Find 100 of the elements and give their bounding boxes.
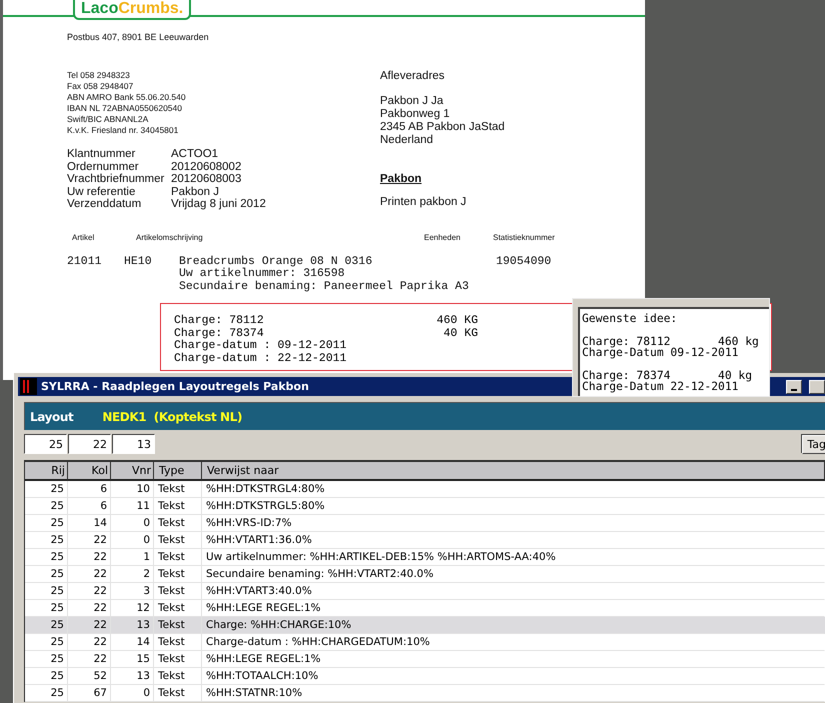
table-cell[interactable]: 22 <box>68 566 111 583</box>
table-cell[interactable]: Tekst <box>154 634 202 651</box>
table-cell[interactable]: 25 <box>25 634 68 651</box>
note-text-area[interactable]: Gewenste idee: Charge: 78112 460 kg Charge-Datum 09-12-2011 Charge: 78374 40 kg Charge-Datum 22-12-2011 <box>578 307 769 396</box>
table-cell[interactable]: Tekst <box>154 481 202 498</box>
table-cell[interactable]: 22 <box>68 549 111 566</box>
table-cell[interactable]: 25 <box>25 515 68 532</box>
minimize-icon <box>791 388 797 390</box>
table-cell[interactable]: 25 <box>25 498 68 515</box>
table-cell[interactable]: %HH:LEGE REGEL:1% <box>202 651 825 668</box>
column-heading: Artikel <box>72 232 96 242</box>
table-cell[interactable]: 22 <box>68 600 111 617</box>
table-cell[interactable]: Tekst <box>154 515 202 532</box>
table-cell[interactable]: 6 <box>68 498 111 515</box>
table-cell[interactable]: Charge-datum : %HH:CHARGEDATUM:10% <box>202 634 825 651</box>
filter-field[interactable]: 25 <box>24 434 67 454</box>
table-cell[interactable]: 25 <box>25 617 68 634</box>
table-cell[interactable]: 2 <box>111 566 154 583</box>
maximize-button[interactable] <box>809 380 825 394</box>
table-cell[interactable]: 12 <box>111 600 154 617</box>
table-cell[interactable]: 25 <box>25 668 68 685</box>
table-cell[interactable]: Tekst <box>154 617 202 634</box>
column-header[interactable]: Verwijst naar <box>202 462 825 481</box>
table-cell[interactable]: 22 <box>68 532 111 549</box>
table-cell[interactable]: 0 <box>111 685 154 702</box>
table-cell[interactable]: Tekst <box>154 685 202 702</box>
table-cell[interactable]: 15 <box>111 651 154 668</box>
charge-line: Charge-datum : 09-12-2011 <box>174 340 348 352</box>
table-cell[interactable]: Tekst <box>154 498 202 515</box>
table-cell[interactable]: 13 <box>111 668 154 685</box>
field-label: Uw referentie <box>67 186 136 198</box>
field-value: Vrijdag 8 juni 2012 <box>171 198 266 210</box>
table-cell[interactable]: Tekst <box>154 583 202 600</box>
tag-button[interactable]: Tag <box>802 434 825 454</box>
table-cell[interactable]: %HH:VTART3:40.0% <box>202 583 825 600</box>
table-cell[interactable]: Secundaire benaming: %HH:VTART2:40.0% <box>202 566 825 583</box>
postal-address: Postbus 407, 8901 BE Leeuwarden <box>67 32 210 43</box>
article-description-line: Secundaire benaming: Paneermeel Paprika A3 <box>179 280 470 293</box>
table-cell[interactable]: 1 <box>111 549 154 566</box>
statistic-number: 19054090 <box>496 256 552 270</box>
table-cell[interactable]: %HH:STATNR:10% <box>202 685 825 702</box>
table-cell[interactable]: 25 <box>25 481 68 498</box>
column-header[interactable]: Kol <box>68 462 111 481</box>
window-title: SYLRRA - Raadplegen Layoutregels Pakbon <box>41 380 309 393</box>
table-cell[interactable]: %HH:DTKSTRGL5:80% <box>202 498 825 515</box>
table-cell[interactable]: 6 <box>68 481 111 498</box>
column-header[interactable]: Type <box>154 462 202 481</box>
table-cell[interactable]: Tekst <box>154 549 202 566</box>
table-cell[interactable]: 25 <box>25 549 68 566</box>
table-cell[interactable]: Uw artikelnummer: %HH:ARTIKEL-DEB:15% %HH:ARTOMS-AA:40% <box>202 549 825 566</box>
delivery-heading: Afleveradres <box>380 70 446 83</box>
layout-value: NEDK1 (Koptekst NL) <box>102 410 242 424</box>
table-cell[interactable]: 25 <box>25 532 68 549</box>
charge-amount: 40 KG <box>442 328 478 340</box>
table-cell[interactable]: 52 <box>68 668 111 685</box>
table-cell[interactable]: Tekst <box>154 532 202 549</box>
table-cell[interactable]: Tekst <box>154 566 202 583</box>
table-cell[interactable]: 0 <box>111 515 154 532</box>
table-cell[interactable]: 14 <box>68 515 111 532</box>
table-cell[interactable]: 22 <box>68 651 111 668</box>
table-cell[interactable]: 13 <box>111 617 154 634</box>
filter-field[interactable]: 13 <box>112 434 155 454</box>
table-cell[interactable]: 25 <box>25 651 68 668</box>
table-cell[interactable]: 67 <box>68 685 111 702</box>
contact-line: IBAN NL 72ABNA0550620540 <box>67 103 183 114</box>
table-cell[interactable]: %HH:VTART1:36.0% <box>202 532 825 549</box>
field-value: ACTOO1 <box>171 148 220 160</box>
note-paragraph: Charge: 78112 460 kg Charge-Datum 09-12-2011 <box>582 336 760 358</box>
table-cell[interactable]: 10 <box>111 481 154 498</box>
minimize-button[interactable] <box>786 380 802 394</box>
table-cell[interactable]: 11 <box>111 498 154 515</box>
article-number: 21011 <box>67 256 103 270</box>
table-cell[interactable]: 14 <box>111 634 154 651</box>
filter-field[interactable]: 22 <box>68 434 111 454</box>
table-cell[interactable]: 25 <box>25 600 68 617</box>
table-cell[interactable]: 22 <box>68 634 111 651</box>
charge-line: Charge: 78112 <box>174 315 265 328</box>
column-heading: Statistieknummer <box>493 232 556 242</box>
table-cell[interactable]: %HH:VRS-ID:7% <box>202 515 825 532</box>
table-cell[interactable]: 25 <box>25 583 68 600</box>
table-cell[interactable]: Tekst <box>154 668 202 685</box>
table-cell[interactable]: %HH:DTKSTRGL4:80% <box>202 481 825 498</box>
company-logo: LacoCrumbs. <box>73 0 192 20</box>
table-cell[interactable]: 0 <box>111 532 154 549</box>
table-cell[interactable]: Tekst <box>154 651 202 668</box>
table-cell[interactable]: 25 <box>25 566 68 583</box>
table-cell[interactable]: %HH:LEGE REGEL:1% <box>202 600 825 617</box>
table-cell[interactable]: 3 <box>111 583 154 600</box>
delivery-address-line: Pakbonweg 1 <box>380 108 451 121</box>
table-cell[interactable]: 25 <box>25 685 68 702</box>
column-header[interactable]: Vnr <box>111 462 154 481</box>
table-cell[interactable]: Charge: %HH:CHARGE:10% <box>202 617 825 634</box>
column-header[interactable]: Rij <box>25 462 68 481</box>
document-title: Pakbon <box>380 173 422 185</box>
charge-amount: 460 KG <box>436 315 478 328</box>
note-paragraph: Charge: 78374 40 kg Charge-Datum 22-12-2011 <box>582 370 754 392</box>
table-cell[interactable]: %HH:TOTAALCH:10% <box>202 668 825 685</box>
table-cell[interactable]: 22 <box>68 583 111 600</box>
table-cell[interactable]: Tekst <box>154 600 202 617</box>
table-cell[interactable]: 22 <box>68 617 111 634</box>
